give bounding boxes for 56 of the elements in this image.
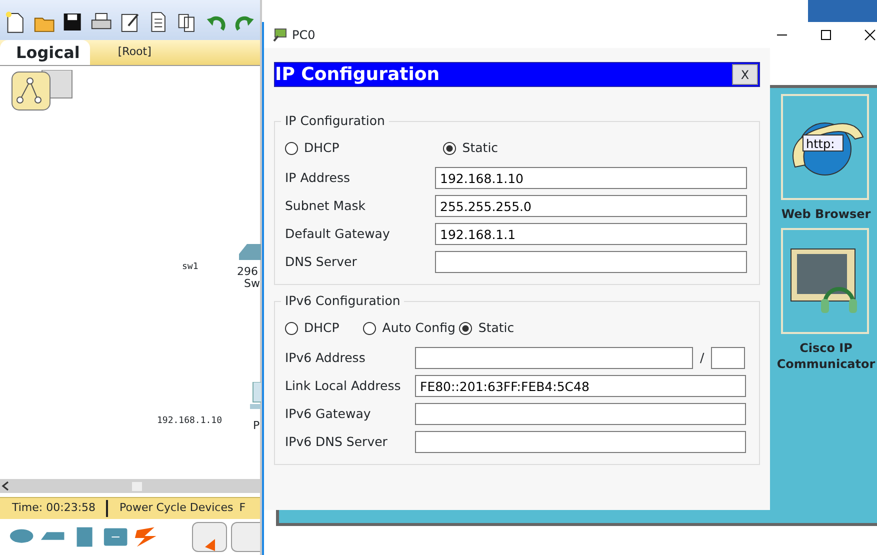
status-text: F: [239, 500, 246, 516]
app-tile[interactable]: http:: [781, 94, 869, 200]
radio-button[interactable]: [459, 322, 472, 334]
group-legend: IP Configuration: [281, 113, 389, 129]
input-field[interactable]: 255.255.255.0: [435, 195, 747, 217]
close-panel-button[interactable]: X: [732, 64, 758, 85]
prefix-field[interactable]: [711, 347, 746, 369]
pc-window-icon: [272, 27, 288, 43]
input-field[interactable]: [415, 347, 693, 369]
field-label: IPv6 Address: [285, 348, 366, 367]
device-label: 192.168.1.10: [157, 415, 222, 428]
desktop-background: [808, 0, 877, 22]
input-field[interactable]: FE80::201:63FF:FEB4:5C48: [415, 375, 746, 397]
connection-button[interactable]: [192, 522, 227, 552]
app-tile[interactable]: [781, 228, 869, 334]
field-label: Subnet Mask: [285, 196, 366, 215]
device-label: P: [253, 418, 260, 434]
radio-button[interactable]: [363, 322, 376, 334]
radio-label[interactable]: Static: [478, 318, 514, 338]
panel-title: IP Configuration: [275, 64, 440, 86]
radio-button[interactable]: [285, 142, 298, 154]
power-cycle-devices-button[interactable]: Power Cycle Devices: [108, 500, 240, 517]
field-label: Default Gateway: [285, 224, 391, 243]
field-label: Link Local Address: [285, 376, 402, 395]
icon-caption: http:: [806, 137, 835, 151]
logical-tab[interactable]: Logical: [0, 40, 90, 65]
radio-label[interactable]: DHCP: [304, 138, 340, 158]
field-label: IP Address: [285, 168, 351, 187]
group-legend: IPv6 Configuration: [281, 293, 404, 309]
device-label: sw1: [182, 261, 198, 274]
device-label: 296: [237, 264, 258, 278]
time-label: Time: 00:23:58: [0, 500, 108, 517]
computer-icon[interactable]: [250, 382, 261, 409]
root-label: [Root]: [118, 44, 152, 60]
field-label: IPv6 Gateway: [285, 404, 372, 423]
window-title: PC0: [292, 27, 316, 44]
close-icon[interactable]: [864, 29, 876, 41]
input-field[interactable]: 192.168.1.1: [435, 223, 747, 245]
radio-button[interactable]: [285, 322, 298, 334]
maximize-icon[interactable]: [820, 29, 832, 41]
app-label: Cisco IP Communicator: [776, 340, 876, 372]
field-label: IPv6 DNS Server: [285, 432, 388, 451]
app-label: Web Browser: [780, 206, 872, 222]
radio-label[interactable]: DHCP: [304, 318, 340, 338]
input-field[interactable]: 192.168.1.10: [435, 167, 747, 189]
radio-button[interactable]: [443, 142, 456, 154]
radio-label[interactable]: Auto Config: [382, 318, 456, 338]
device-label: Sw: [244, 276, 260, 292]
input-field[interactable]: [435, 251, 747, 273]
radio-label[interactable]: Static: [462, 138, 498, 158]
scrollbar-thumb[interactable]: [132, 482, 142, 490]
input-field[interactable]: [415, 431, 746, 453]
field-label: DNS Server: [285, 252, 358, 271]
separator-label: /: [700, 348, 704, 367]
cable-button[interactable]: [230, 522, 260, 552]
input-field[interactable]: [415, 403, 746, 425]
